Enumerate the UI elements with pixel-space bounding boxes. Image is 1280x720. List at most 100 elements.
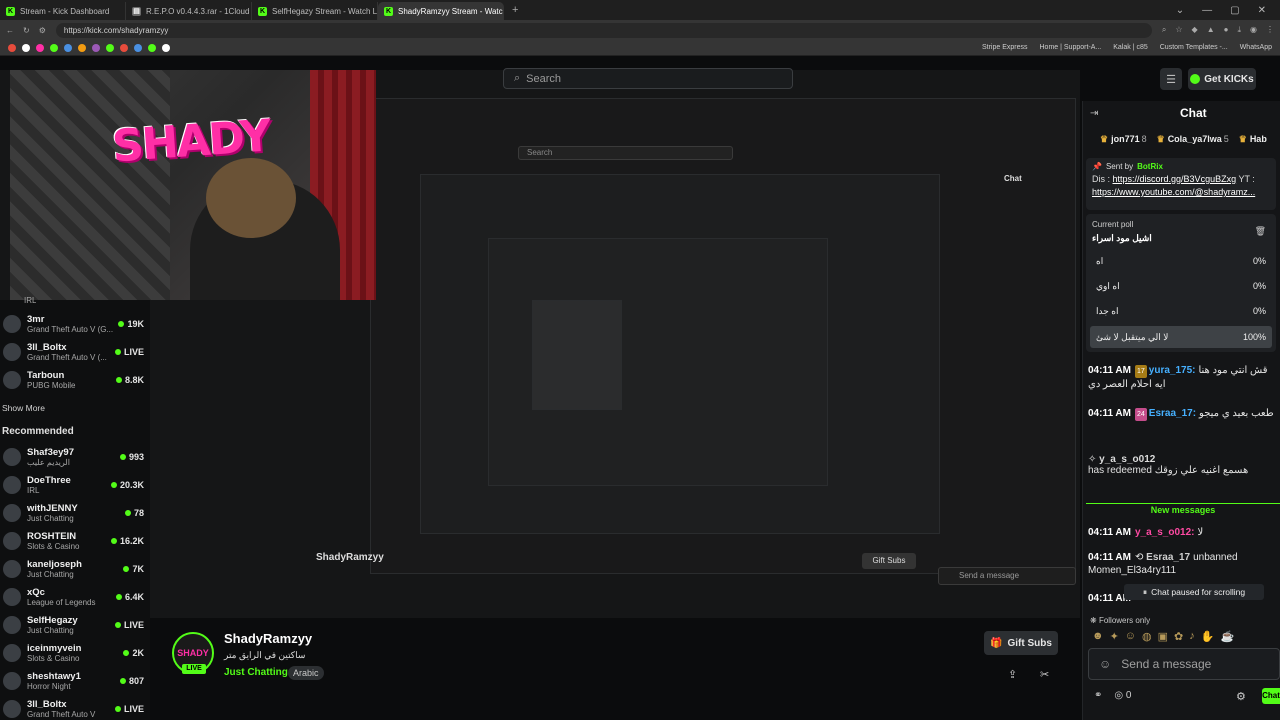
get-kicks-button[interactable]: Get KICKs — [1188, 68, 1256, 90]
chat-settings-icon[interactable]: ⚙ — [1236, 690, 1246, 703]
sidebar-channel-3mr[interactable]: 3mr Grand Theft Auto V (G... 19K — [0, 310, 150, 338]
star-icon[interactable]: ☆ — [1175, 25, 1182, 35]
channel-name: kaneljoseph — [27, 559, 82, 570]
gifter-count: 8 — [1141, 134, 1147, 144]
poll-option[interactable]: اه جدا 0% — [1090, 300, 1272, 322]
message-user[interactable]: Esraa_17: — [1149, 408, 1196, 419]
chat-paused-notice[interactable]: ⏸ Chat paused for scrolling — [1124, 584, 1264, 600]
sidebar-channel-sheshtawy1[interactable]: sheshtawy1 Horror Night 807 — [0, 667, 150, 695]
bookmark-templates[interactable]: Custom Templates -... — [1160, 44, 1228, 51]
reload-icon[interactable]: ↻ — [23, 26, 30, 35]
sidebar-channel-3ll-boltx[interactable]: 3ll_Boltx Grand Theft Auto V (... LIVE — [0, 338, 150, 366]
message-user[interactable]: Esraa_17 — [1146, 552, 1190, 563]
bookmark-icon[interactable] — [162, 43, 170, 52]
sidebar-channel-xqc[interactable]: xQc League of Legends 6.4K — [0, 583, 150, 611]
minimize-icon[interactable]: — — [1202, 5, 1212, 16]
emote-icon[interactable]: ✿ — [1174, 630, 1183, 643]
show-more-link[interactable]: Show More — [2, 403, 45, 413]
profile-icon[interactable]: ◉ — [1250, 25, 1257, 35]
redeem-user[interactable]: y_a_s_o012 — [1099, 454, 1155, 465]
bookmark-icon[interactable] — [120, 43, 128, 52]
bookmark-icon[interactable] — [134, 43, 142, 52]
emote-icon[interactable]: ♪ — [1189, 630, 1195, 643]
message-user[interactable]: y_a_s_o012: — [1135, 527, 1195, 538]
gifter-item[interactable]: ♛ Cola_ya7lwa 5 — [1157, 134, 1229, 145]
poll-option[interactable]: اه 0% — [1090, 250, 1272, 272]
gifter-item[interactable]: ♛ Hab — [1239, 134, 1267, 145]
url-field[interactable]: https://kick.com/shadyramzyy — [55, 22, 1152, 38]
bookmark-icon[interactable] — [8, 43, 16, 52]
emote-icon[interactable]: ✦ — [1110, 630, 1119, 643]
bookmark-stripe[interactable]: Stripe Express — [982, 44, 1028, 51]
extension-icon[interactable]: ▲ — [1207, 25, 1215, 35]
bookmark-icon[interactable] — [22, 43, 30, 52]
chat-users-icon[interactable]: ⚭ — [1094, 690, 1102, 701]
maximize-icon[interactable]: ▢ — [1230, 5, 1239, 16]
bookmark-icon[interactable] — [64, 43, 72, 52]
sidebar-channel-tarboun[interactable]: Tarboun PUBG Mobile 8.8K — [0, 366, 150, 394]
bookmark-icon[interactable] — [106, 43, 114, 52]
message-user[interactable]: yura_175: — [1149, 365, 1196, 376]
sidebar-channel-shaf3ey97[interactable]: Shaf3ey97 الريديم عليب 993 — [0, 443, 150, 471]
stream-category-link[interactable]: Just Chatting — [224, 667, 288, 678]
emote-icon[interactable]: ◍ — [1142, 630, 1152, 643]
video-player[interactable]: Search Chat ShadyRamzyy Gift Subs Send a… — [0, 70, 1080, 618]
close-window-icon[interactable]: ✕ — [1258, 5, 1266, 16]
browser-tab-shadyramzyy[interactable]: K ShadyRamzyy Stream - Watch Li ✕ — [378, 2, 504, 20]
extension-icon[interactable]: ● — [1224, 25, 1229, 35]
bookmark-icon[interactable] — [92, 43, 100, 52]
pinned-header: 📌 Sent by BotRix — [1092, 162, 1270, 171]
emote-icon[interactable]: ☺ — [1125, 630, 1136, 643]
browser-tab-kick-dashboard[interactable]: K Stream - Kick Dashboard — [0, 2, 126, 20]
menu-icon[interactable]: ⋮ — [1266, 25, 1274, 35]
sidebar-channel-roshtein[interactable]: ROSHTEIN Slots & Casino 16.2K — [0, 527, 150, 555]
chat-send-button[interactable]: Chat — [1262, 688, 1280, 704]
poll-question: اشيل مود اسراء — [1092, 233, 1152, 243]
extension-icon[interactable]: ◆ — [1192, 25, 1198, 35]
bookmark-icon[interactable] — [50, 43, 58, 52]
youtube-link[interactable]: https://www.youtube.com/@shadyramz... — [1092, 187, 1255, 197]
zoom-icon[interactable]: ⌕ — [1162, 25, 1166, 35]
emote-icon[interactable]: ☻ — [1092, 630, 1104, 643]
download-icon[interactable]: ⤓ — [1237, 25, 1241, 35]
sidebar-channel-withjenny[interactable]: withJENNY Just Chatting 78 — [0, 499, 150, 527]
sidebar-channel-iceinmyvein[interactable]: iceinmyvein Slots & Casino 2K — [0, 639, 150, 667]
streamer-name[interactable]: ShadyRamzyy — [224, 631, 312, 646]
bookmark-whatsapp[interactable]: WhatsApp — [1240, 44, 1272, 51]
bookmark-kalak[interactable]: Kalak | c85 — [1113, 44, 1148, 51]
bookmark-icon[interactable] — [36, 43, 44, 52]
sidebar-channel-3ll-boltx-rec[interactable]: 3ll_Boltx Grand Theft Auto V LIVE — [0, 695, 150, 720]
bookmark-icon[interactable] — [78, 43, 86, 52]
chat-message-input[interactable]: ☺ Send a message — [1088, 648, 1280, 680]
emoji-picker-icon[interactable]: ☺ — [1099, 657, 1111, 671]
live-dot-icon — [114, 349, 121, 355]
gifter-item[interactable]: ♛ jon771 8 — [1100, 134, 1147, 145]
poll-option[interactable]: اه اوي 0% — [1090, 275, 1272, 297]
clip-icon[interactable]: ✂ — [1040, 668, 1049, 681]
tune-icon[interactable]: ⚙ — [39, 26, 46, 35]
sidebar-channel-selfhegazy[interactable]: SelfHegazy Just Chatting LIVE — [0, 611, 150, 639]
share-icon[interactable]: ⇪ — [1008, 668, 1017, 681]
trash-icon[interactable]: 🗑 — [1255, 226, 1266, 237]
poll-option[interactable]: لا الي ميتقبل لا شئ 100% — [1090, 326, 1272, 348]
search-input[interactable]: ⌕ Search — [503, 68, 793, 89]
bookmark-icon[interactable] — [148, 43, 156, 52]
emote-icon[interactable]: ☕ — [1220, 630, 1234, 643]
tab-search-icon[interactable]: ⌄ — [1176, 5, 1184, 16]
back-icon[interactable]: ← — [6, 26, 14, 35]
pinned-author[interactable]: BotRix — [1137, 162, 1163, 171]
new-tab-button[interactable]: + — [504, 4, 526, 16]
browse-icon[interactable]: ☰ — [1160, 68, 1182, 90]
stream-tag[interactable]: Arabic — [288, 666, 324, 680]
kicks-balance[interactable]: ◎ 0 — [1114, 690, 1131, 701]
gift-subs-button[interactable]: 🎁 Gift Subs — [984, 631, 1058, 655]
emote-icon[interactable]: ✋ — [1201, 630, 1215, 643]
browser-tab-selfhegazy[interactable]: K SelfHegazy Stream - Watch Live on K — [252, 2, 378, 20]
sidebar-channel-doethree[interactable]: DoeThree IRL 20.3K — [0, 471, 150, 499]
bookmark-support[interactable]: Home | Support-A... — [1040, 44, 1102, 51]
sidebar-channel-kaneljoseph[interactable]: kaneljoseph Just Chatting 7K — [0, 555, 150, 583]
discord-link[interactable]: https://discord.gg/B3VcguBZxg — [1113, 174, 1237, 184]
emote-icon[interactable]: ▣ — [1158, 630, 1168, 643]
collapse-chat-icon[interactable]: ⇥ — [1090, 108, 1098, 119]
browser-tab-repo-file[interactable]: ▤ R.E.P.O v0.4.4.3.rar - 1Cloud File — [126, 2, 252, 20]
